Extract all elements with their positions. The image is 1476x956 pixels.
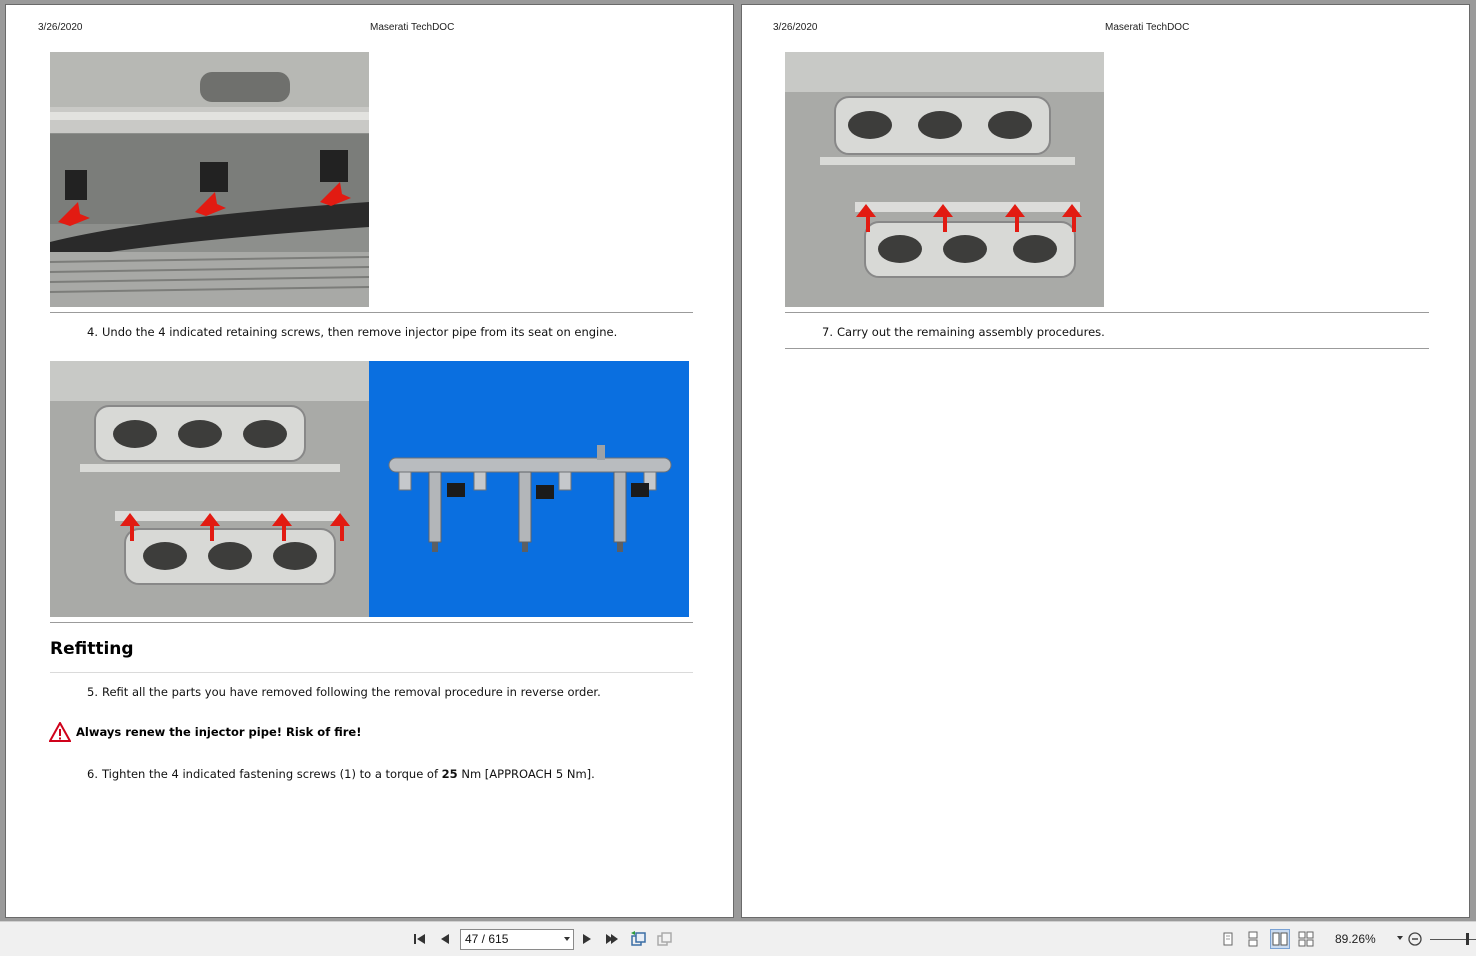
zoom-slider-thumb[interactable] (1466, 933, 1469, 945)
document-page-right: 3/26/2020 Maserati TechDOC 7. Carry out … (741, 4, 1470, 918)
page-number-field[interactable]: 47 / 615 (460, 929, 574, 950)
divider (785, 348, 1429, 349)
previous-view-button[interactable] (629, 930, 647, 948)
step-number: 7. (822, 325, 833, 339)
step-text: Undo the 4 indicated retaining screws, t… (102, 325, 618, 339)
continuous-icon (1248, 931, 1258, 947)
next-view-icon (657, 932, 672, 946)
step-text-end: Nm [APPROACH 5 Nm]. (457, 767, 595, 781)
header-title: Maserati TechDOC (370, 22, 455, 33)
chevron-down-icon[interactable] (564, 937, 570, 941)
photo-injector-connectors (50, 52, 369, 307)
last-page-icon (606, 934, 618, 944)
first-page-icon (414, 934, 425, 944)
step-6: 6. Tighten the 4 indicated fastening scre… (84, 767, 595, 781)
step-number: 5. (87, 685, 98, 699)
zoom-out-button[interactable] (1406, 930, 1424, 948)
zoom-slider-track[interactable] (1430, 939, 1476, 940)
next-view-button[interactable] (655, 930, 673, 948)
divider (785, 312, 1429, 313)
step-7: 7. Carry out the remaining assembly proce… (819, 325, 1105, 339)
previous-page-button[interactable] (436, 930, 454, 948)
continuous-facing-icon (1298, 931, 1314, 947)
previous-view-icon (631, 931, 646, 946)
continuous-view-button[interactable] (1244, 930, 1262, 948)
warning-icon (49, 722, 71, 742)
step-5: 5. Refit all the parts you have removed f… (84, 685, 601, 699)
header-date: 3/26/2020 (38, 22, 83, 33)
single-page-view-button[interactable] (1219, 930, 1237, 948)
torque-value: 25 (441, 767, 458, 781)
photo-injector-rail-engine (50, 361, 369, 617)
header-date: 3/26/2020 (773, 22, 818, 33)
navigation-toolbar: 47 / 615 89.26% (0, 921, 1476, 956)
first-page-button[interactable] (411, 930, 429, 948)
step-text: Tighten the 4 indicated fastening screws… (102, 767, 442, 781)
continuous-facing-view-button[interactable] (1297, 930, 1315, 948)
step-text: Carry out the remaining assembly procedu… (837, 325, 1105, 339)
warning-text: Always renew the injector pipe! Risk of … (76, 725, 362, 739)
single-page-icon (1223, 932, 1233, 946)
page-number-value: 47 / 615 (465, 932, 509, 946)
last-page-button[interactable] (603, 930, 621, 948)
chevron-down-icon[interactable] (1397, 936, 1403, 940)
step-number: 6. (87, 767, 98, 781)
divider (50, 622, 693, 623)
facing-view-button[interactable] (1270, 929, 1290, 949)
photo-injector-rail-removed (369, 361, 689, 617)
next-page-button[interactable] (578, 930, 596, 948)
divider (50, 312, 693, 313)
warning-note: Always renew the injector pipe! Risk of … (49, 722, 361, 742)
document-page-left: 3/26/2020 Maserati TechDOC 4. Undo the 4… (5, 4, 734, 918)
photo-injector-rail-refit (785, 52, 1104, 307)
divider (50, 672, 693, 673)
step-number: 4. (87, 325, 98, 339)
facing-icon (1272, 932, 1288, 946)
header-title: Maserati TechDOC (1105, 22, 1190, 33)
step-4: 4. Undo the 4 indicated retaining screws,… (84, 325, 617, 339)
section-title-refitting: Refitting (50, 639, 134, 659)
prev-page-icon (441, 934, 449, 944)
next-page-icon (583, 934, 591, 944)
zoom-level[interactable]: 89.26% (1335, 932, 1376, 946)
step-text: Refit all the parts you have removed fol… (102, 685, 601, 699)
zoom-out-icon (1408, 932, 1422, 946)
